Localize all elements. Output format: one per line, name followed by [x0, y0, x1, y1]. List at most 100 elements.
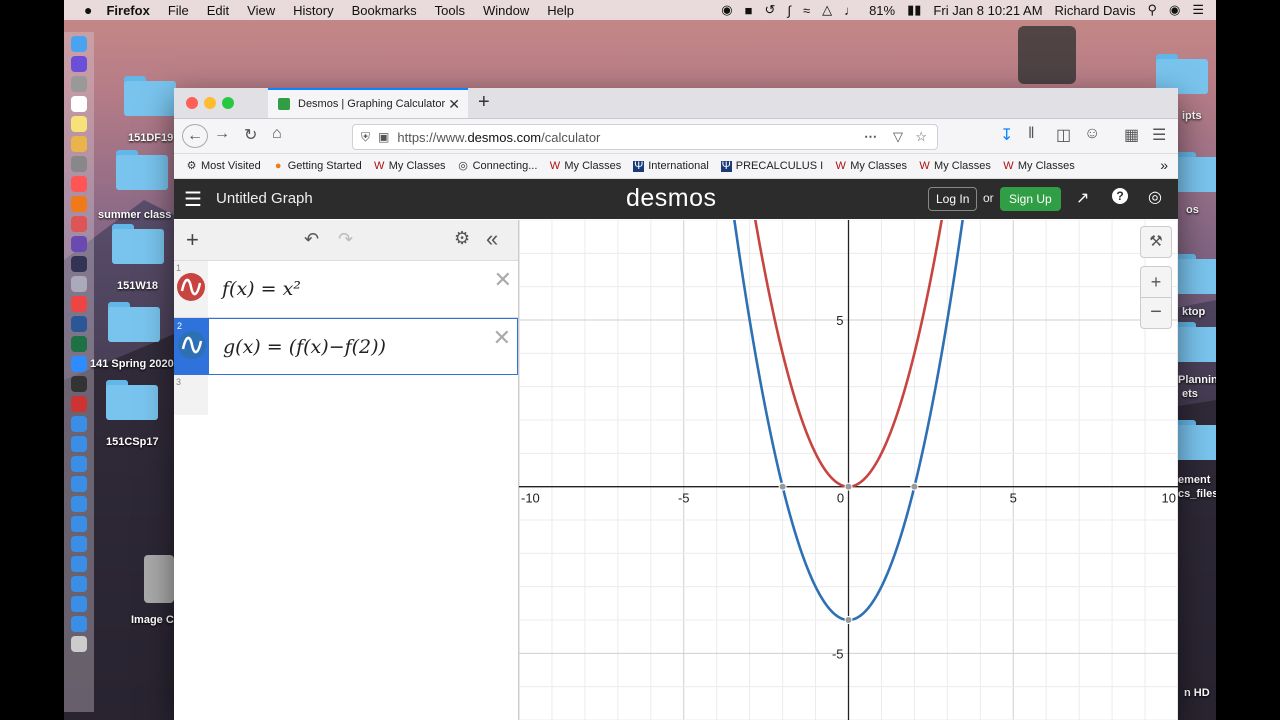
clock[interactable]: Fri Jan 8 10:21 AM [933, 3, 1042, 18]
share-icon[interactable]: ↗ [1076, 188, 1089, 208]
zoom-icon[interactable] [71, 356, 87, 372]
more-actions-icon[interactable]: ⋯ [864, 129, 877, 145]
web-icon[interactable] [71, 516, 87, 532]
back-button[interactable]: ← [182, 124, 208, 148]
web-icon[interactable] [71, 556, 87, 572]
expression-row-active[interactable]: 2 g(x) = (f(x)−f(2)) ✕ [174, 318, 518, 375]
web-icon[interactable] [71, 436, 87, 452]
folder-icon[interactable] [116, 150, 168, 190]
desktop-folder-label[interactable]: Plannin [1178, 374, 1216, 386]
bluetooth-icon[interactable]: ∫ [787, 3, 791, 18]
launchpad-icon[interactable] [71, 76, 87, 92]
desktop-folder-label[interactable]: ement [1178, 474, 1210, 486]
wifi-icon[interactable]: ≈ [803, 3, 810, 18]
bookmark-item[interactable]: ⚙ Most Visited [186, 160, 261, 172]
folder-icon[interactable] [1174, 420, 1216, 460]
menu-view[interactable]: View [247, 3, 275, 18]
pdf-icon[interactable] [71, 396, 87, 412]
word-icon[interactable] [71, 316, 87, 332]
bookmark-item[interactable]: W My Classes [919, 160, 991, 172]
web-icon[interactable] [71, 496, 87, 512]
finder-icon[interactable] [71, 36, 87, 52]
video-icon[interactable]: ■ [745, 3, 753, 18]
image-capture-icon[interactable] [144, 555, 174, 603]
desktop-folder-label[interactable]: 151W18 [117, 280, 158, 292]
web-icon[interactable] [71, 616, 87, 632]
bookmark-item[interactable]: W My Classes [1003, 160, 1075, 172]
notes-icon[interactable] [71, 116, 87, 132]
new-tab-button[interactable]: + [478, 91, 490, 114]
bookmark-item[interactable]: W My Classes [835, 160, 908, 172]
system-prefs-icon[interactable] [71, 156, 87, 172]
menu-history[interactable]: History [293, 3, 333, 18]
battery-percent[interactable]: 81% [869, 3, 895, 18]
bookmark-item[interactable]: ● Getting Started [273, 160, 362, 172]
library-icon[interactable]: ‖ [1028, 125, 1035, 143]
desktop-folder-label[interactable]: summer class [98, 209, 171, 221]
expression-row[interactable]: 1 f(x) = x² ✕ [174, 261, 518, 318]
siri-dock-icon[interactable] [71, 56, 87, 72]
siri-icon[interactable]: ◉ [1169, 2, 1180, 18]
preview-icon[interactable] [71, 276, 87, 292]
menu-file[interactable]: File [168, 3, 189, 18]
login-button[interactable]: Log In [928, 187, 978, 211]
expression-math[interactable]: f(x) = x² [222, 278, 301, 300]
desktop-folder-label[interactable]: 151DF19 [128, 132, 173, 144]
quicktime-desktop-icon[interactable] [1018, 26, 1076, 84]
expression-math[interactable]: g(x) = (f(x)−f(2)) [223, 336, 386, 358]
delete-expression-icon[interactable]: ✕ [493, 325, 511, 351]
bookmarks-overflow-icon[interactable]: » [1160, 157, 1168, 173]
photos-icon[interactable] [71, 136, 87, 152]
home-button[interactable]: ⌂ [272, 125, 282, 143]
extensions-icon[interactable]: ▦ [1124, 125, 1139, 145]
menu-app-firefox[interactable]: Firefox [106, 3, 149, 18]
undo-icon[interactable]: ↶ [304, 229, 319, 250]
pocket-icon[interactable]: ▽ [893, 129, 903, 145]
web-icon[interactable] [71, 576, 87, 592]
redo-icon[interactable]: ↷ [338, 229, 353, 250]
expression-row-empty[interactable]: 3 [174, 375, 518, 431]
menu-tools[interactable]: Tools [435, 3, 465, 18]
record-icon[interactable]: ◉ [721, 2, 732, 18]
delete-expression-icon[interactable]: ✕ [494, 267, 512, 293]
download-icon[interactable]: ↧ [1000, 125, 1013, 145]
folder-icon[interactable] [106, 380, 158, 420]
graph-color-toggle-icon[interactable] [178, 331, 206, 359]
menu-bookmarks[interactable]: Bookmarks [352, 3, 417, 18]
quicktime-dock-icon[interactable] [71, 376, 87, 392]
wrench-icon[interactable]: ⚒ [1140, 226, 1172, 258]
notification-center-icon[interactable]: ☰ [1192, 2, 1204, 18]
language-globe-icon[interactable]: ◎ [1148, 187, 1162, 207]
desktop-folder-label[interactable]: os [1186, 204, 1199, 216]
folder-icon[interactable] [108, 302, 160, 342]
music-icon[interactable] [71, 176, 87, 192]
forward-button[interactable]: → [214, 125, 230, 143]
desktop-folder-label[interactable]: ipts [1182, 110, 1202, 122]
imovie-icon[interactable] [71, 236, 87, 252]
bookmark-item[interactable]: W My Classes [549, 160, 622, 172]
desktop-folder-label[interactable]: 151CSp17 [106, 436, 159, 448]
shield-icon[interactable]: ⛨ [361, 130, 370, 145]
folder-icon[interactable] [124, 76, 176, 116]
web-icon[interactable] [71, 536, 87, 552]
minimize-window-button[interactable] [204, 97, 216, 109]
excel-icon[interactable] [71, 336, 87, 352]
apple-icon[interactable]: ● [84, 2, 92, 18]
hamburger-menu-icon[interactable]: ☰ [184, 187, 202, 212]
desktop-folder-label[interactable]: ets [1182, 388, 1198, 400]
bookmark-item[interactable]: W My Classes [374, 160, 446, 172]
bookmark-item[interactable]: Ψ PRECALCULUS I [720, 160, 823, 172]
web-icon[interactable] [71, 596, 87, 612]
bookmark-star-icon[interactable]: ☆ [915, 129, 927, 145]
folder-icon[interactable] [112, 224, 164, 264]
graph-color-toggle-icon[interactable] [177, 273, 205, 301]
app-icon[interactable] [71, 216, 87, 232]
bookmark-item[interactable]: ◎ Connecting... [458, 160, 537, 172]
graph-title[interactable]: Untitled Graph [216, 190, 313, 207]
folder-icon[interactable] [1174, 254, 1216, 294]
desktop-drive-label[interactable]: n HD [1184, 687, 1210, 699]
web-icon[interactable] [71, 416, 87, 432]
account-icon[interactable]: ☺ [1084, 125, 1100, 143]
close-window-button[interactable] [186, 97, 198, 109]
web-icon[interactable] [71, 456, 87, 472]
